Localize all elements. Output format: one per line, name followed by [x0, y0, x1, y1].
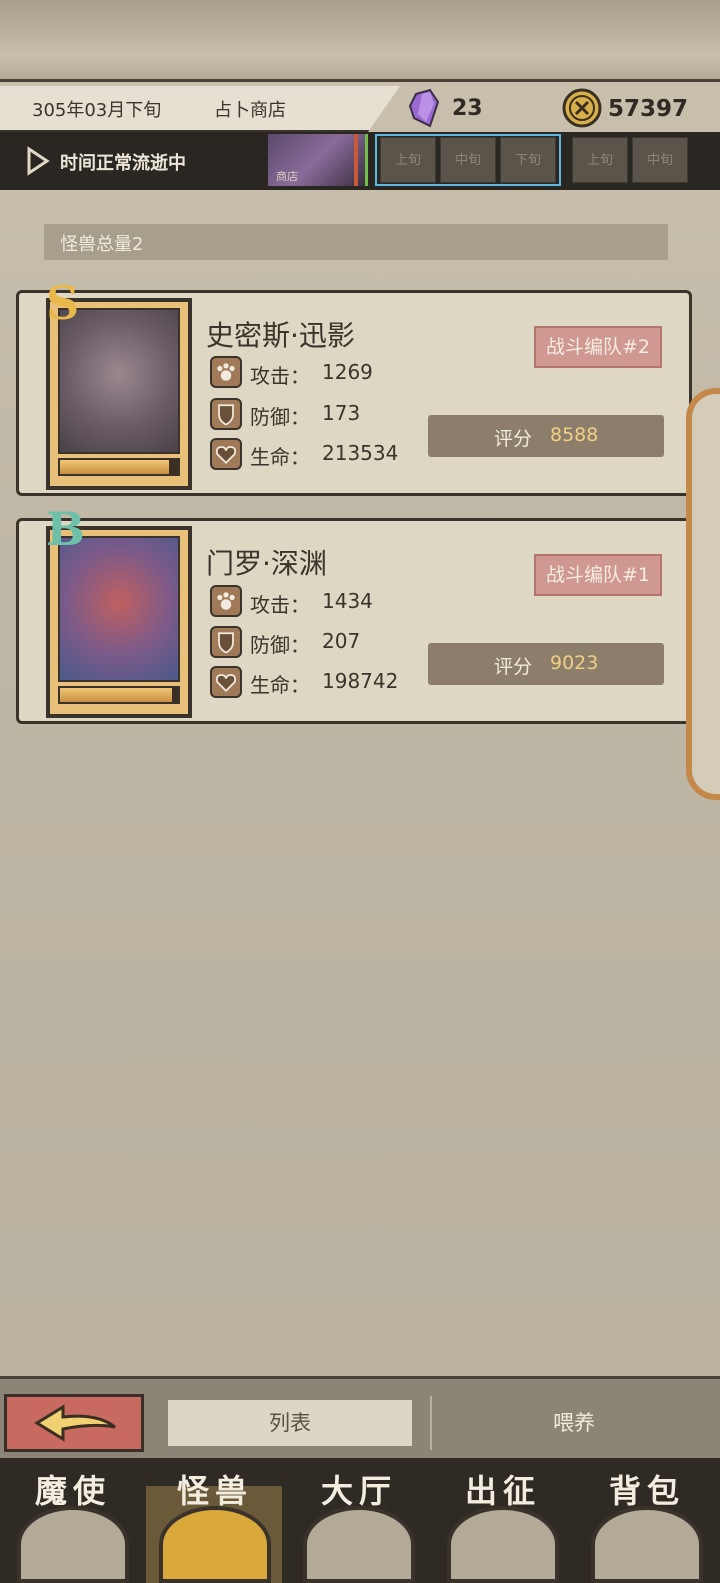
hp-value: 198742 [322, 669, 399, 693]
coin-count: 57397 [608, 96, 689, 122]
hp-fill [60, 460, 169, 474]
monster-total: 怪兽总量2 [60, 234, 144, 255]
score-bar [428, 415, 664, 457]
rank-badge: S [46, 276, 80, 330]
top-scroll-decoration [0, 0, 720, 82]
coin-icon[interactable] [562, 88, 602, 128]
tab-list[interactable]: 列表 [168, 1400, 412, 1446]
period-late[interactable]: 下旬 [500, 137, 556, 183]
heart-icon [210, 666, 242, 698]
monster-portrait[interactable] [58, 536, 180, 682]
backpack-icon [591, 1506, 703, 1583]
attack-label: 攻击： [250, 364, 310, 388]
hp-value: 213534 [322, 441, 399, 465]
tab-feed[interactable]: 喂养 [434, 1400, 714, 1446]
monster-name: 门罗·深渊 [206, 547, 327, 580]
game-date: 305年03月下旬 [32, 100, 162, 121]
shop-thumb-label: 商店 [276, 170, 298, 183]
team-badge[interactable]: 战斗编队#2 [534, 326, 662, 368]
time-status: 时间正常流逝中 [60, 153, 186, 174]
paw-icon [210, 356, 242, 388]
attack-value: 1269 [322, 360, 373, 384]
back-button[interactable] [4, 1394, 144, 1452]
skull-icon [17, 1506, 129, 1583]
score-label: 评分 [494, 656, 533, 678]
score-value: 8588 [550, 424, 599, 446]
defense-label: 防御： [250, 405, 310, 429]
period-mid[interactable]: 中旬 [440, 137, 496, 183]
shield-icon [210, 626, 242, 658]
hp-fill [60, 688, 173, 702]
hp-label: 生命： [250, 445, 310, 469]
monster-hp-bar [58, 686, 180, 704]
monster-name: 史密斯·迅影 [206, 319, 355, 352]
period-next-early[interactable]: 上旬 [572, 137, 628, 183]
paw-icon [210, 585, 242, 617]
crystal-icon[interactable] [408, 88, 442, 128]
side-drawer-handle[interactable] [686, 388, 720, 800]
hp-label: 生命： [250, 673, 310, 697]
monster-hp-bar [58, 458, 180, 476]
score-label: 评分 [494, 428, 533, 450]
shield-icon [210, 398, 242, 430]
defense-label: 防御： [250, 633, 310, 657]
monster-icon [159, 1506, 271, 1583]
period-early[interactable]: 上旬 [380, 137, 436, 183]
rank-badge: B [46, 502, 85, 556]
team-badge[interactable]: 战斗编队#1 [534, 554, 662, 596]
crystal-count: 23 [452, 96, 483, 121]
score-value: 9023 [550, 652, 599, 674]
expedition-icon [447, 1506, 559, 1583]
attack-value: 1434 [322, 589, 373, 613]
tab-divider [430, 1396, 432, 1450]
back-arrow-icon [34, 1404, 116, 1442]
defense-value: 207 [322, 629, 361, 653]
score-bar [428, 643, 664, 685]
location-name[interactable]: 占卜商店 [214, 96, 286, 122]
play-icon[interactable] [26, 146, 50, 176]
attack-label: 攻击： [250, 593, 310, 617]
period-next-mid[interactable]: 中旬 [632, 137, 688, 183]
heart-icon [210, 438, 242, 470]
defense-value: 173 [322, 401, 361, 425]
current-time-marker [354, 134, 358, 186]
hall-icon [303, 1506, 415, 1583]
